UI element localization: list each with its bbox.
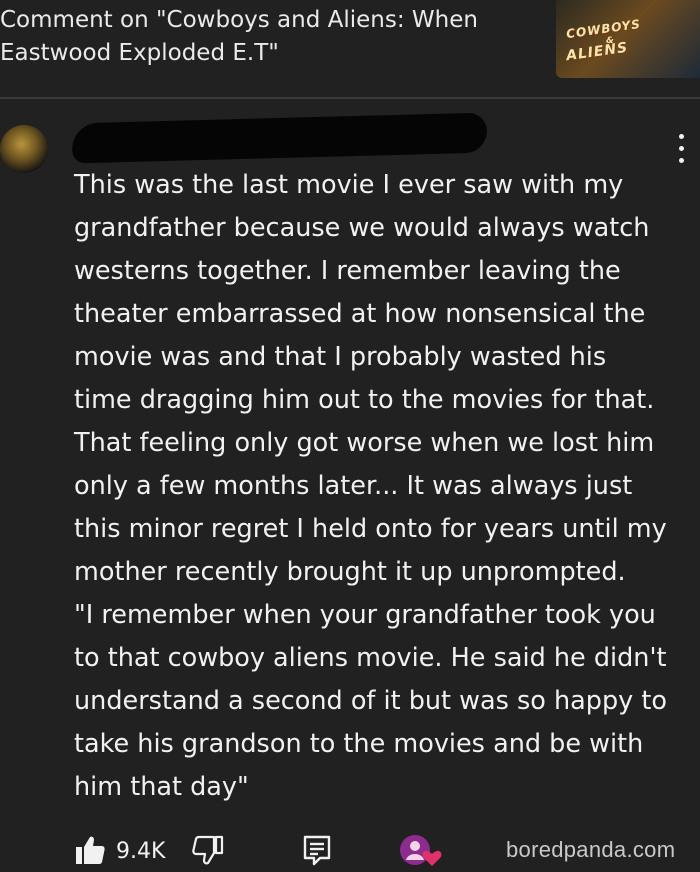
reply-icon[interactable] bbox=[302, 834, 332, 866]
more-options-icon[interactable] bbox=[672, 132, 690, 166]
dislike-icon[interactable] bbox=[192, 834, 224, 866]
thumbnail-title-line1: COWBOYS bbox=[565, 16, 642, 42]
header: Comment on "Cowboys and Aliens: When Eas… bbox=[0, 0, 700, 97]
video-thumbnail[interactable]: COWBOYS & ALIENS bbox=[556, 0, 700, 78]
watermark: boredpanda.com bbox=[506, 837, 676, 862]
redacted-author-name bbox=[71, 112, 488, 164]
like-icon[interactable] bbox=[74, 834, 106, 866]
avatar[interactable] bbox=[0, 125, 48, 173]
like-count: 9.4K bbox=[116, 839, 166, 864]
header-divider bbox=[0, 97, 700, 99]
page-title: Comment on "Cowboys and Aliens: When Eas… bbox=[0, 7, 478, 66]
comment-text: This was the last movie I ever saw with … bbox=[74, 170, 667, 802]
creator-heart-icon bbox=[400, 832, 442, 868]
comment-actions: 9.4K boredpanda.com bbox=[0, 832, 700, 871]
thumbnail-title-line2: ALIENS bbox=[565, 39, 630, 65]
